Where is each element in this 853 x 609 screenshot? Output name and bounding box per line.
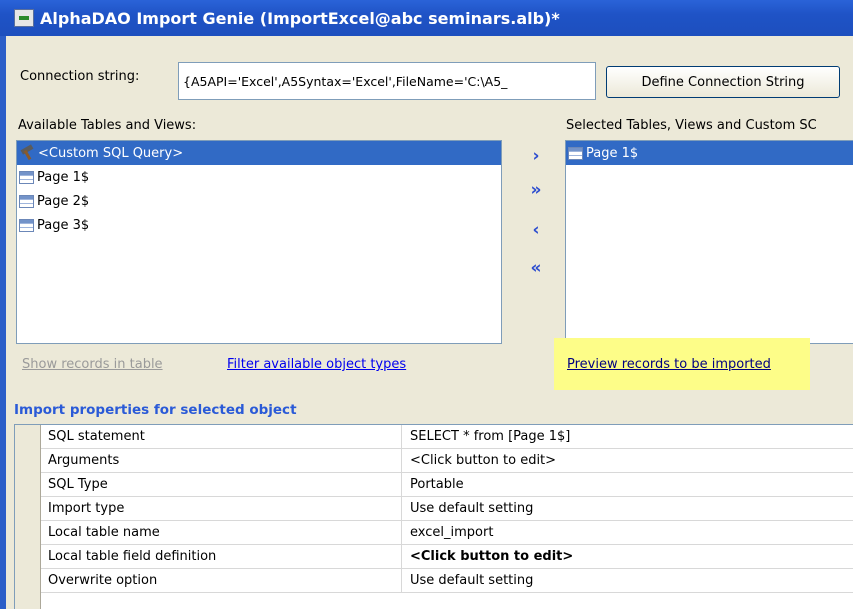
list-item-label: Page 1$ xyxy=(586,145,639,161)
preview-records-link[interactable]: Preview records to be imported xyxy=(567,357,771,372)
table-icon xyxy=(19,194,34,208)
list-item-page2[interactable]: Page 2$ xyxy=(17,189,501,213)
property-value[interactable]: <Click button to edit> xyxy=(402,449,853,472)
property-value[interactable]: <Click button to edit> xyxy=(402,545,853,568)
property-name: Local table name xyxy=(41,521,402,544)
table-row[interactable]: Import type Use default setting xyxy=(41,497,853,521)
list-item-label: <Custom SQL Query> xyxy=(38,145,184,161)
property-value[interactable]: excel_import xyxy=(402,521,853,544)
list-item-page1[interactable]: Page 1$ xyxy=(17,165,501,189)
add-selected-button[interactable]: › xyxy=(524,146,548,166)
table-icon xyxy=(19,170,34,184)
property-value[interactable]: Use default setting xyxy=(402,569,853,592)
list-item-label: Page 2$ xyxy=(37,193,90,209)
property-name: Local table field definition xyxy=(41,545,402,568)
table-row[interactable]: Local table name excel_import xyxy=(41,521,853,545)
add-all-button[interactable]: » xyxy=(524,180,548,200)
property-value[interactable]: SELECT * from [Page 1$] xyxy=(402,425,853,448)
define-connection-string-label: Define Connection String xyxy=(641,74,805,90)
remove-all-button[interactable]: « xyxy=(524,258,548,278)
list-item-page3[interactable]: Page 3$ xyxy=(17,213,501,237)
tools-icon xyxy=(19,146,35,160)
connection-string-label: Connection string: xyxy=(20,69,140,84)
selected-tables-list[interactable]: Page 1$ xyxy=(565,140,853,344)
property-name: Overwrite option xyxy=(41,569,402,592)
table-row[interactable]: SQL Type Portable xyxy=(41,473,853,497)
table-icon xyxy=(19,218,34,232)
grid-gutter xyxy=(15,425,41,609)
connection-string-field[interactable]: {A5API='Excel',A5Syntax='Excel',FileName… xyxy=(178,62,596,100)
remove-selected-button[interactable]: ‹ xyxy=(524,220,548,240)
import-genie-icon xyxy=(14,9,34,27)
table-row[interactable]: Local table field definition <Click butt… xyxy=(41,545,853,569)
property-name: Import type xyxy=(41,497,402,520)
properties-grid: SQL statement SELECT * from [Page 1$] Ar… xyxy=(14,424,853,609)
property-name: SQL Type xyxy=(41,473,402,496)
define-connection-string-button[interactable]: Define Connection String xyxy=(606,66,840,98)
selected-tables-label: Selected Tables, Views and Custom SC xyxy=(566,118,817,133)
list-item-page1-selected[interactable]: Page 1$ xyxy=(566,141,853,165)
property-name: SQL statement xyxy=(41,425,402,448)
property-name: Arguments xyxy=(41,449,402,472)
available-tables-label: Available Tables and Views: xyxy=(18,118,197,133)
property-value[interactable]: Use default setting xyxy=(402,497,853,520)
window-title: AlphaDAO Import Genie (ImportExcel@abc s… xyxy=(40,8,560,28)
table-icon xyxy=(568,146,583,160)
connection-string-value: {A5API='Excel',A5Syntax='Excel',FileName… xyxy=(183,73,508,89)
window-left-border xyxy=(0,36,6,609)
table-row[interactable]: Arguments <Click button to edit> xyxy=(41,449,853,473)
show-records-link[interactable]: Show records in table xyxy=(22,357,163,372)
list-item-custom-sql-query[interactable]: <Custom SQL Query> xyxy=(17,141,501,165)
table-row[interactable]: SQL statement SELECT * from [Page 1$] xyxy=(41,425,853,449)
list-item-label: Page 1$ xyxy=(37,169,90,185)
table-row[interactable]: Overwrite option Use default setting xyxy=(41,569,853,593)
available-tables-list[interactable]: <Custom SQL Query> Page 1$ Page 2$ Page … xyxy=(16,140,502,344)
property-value[interactable]: Portable xyxy=(402,473,853,496)
title-bar[interactable]: AlphaDAO Import Genie (ImportExcel@abc s… xyxy=(0,0,853,36)
filter-object-types-link[interactable]: Filter available object types xyxy=(227,357,406,372)
list-item-label: Page 3$ xyxy=(37,217,90,233)
import-properties-title: Import properties for selected object xyxy=(14,402,297,418)
